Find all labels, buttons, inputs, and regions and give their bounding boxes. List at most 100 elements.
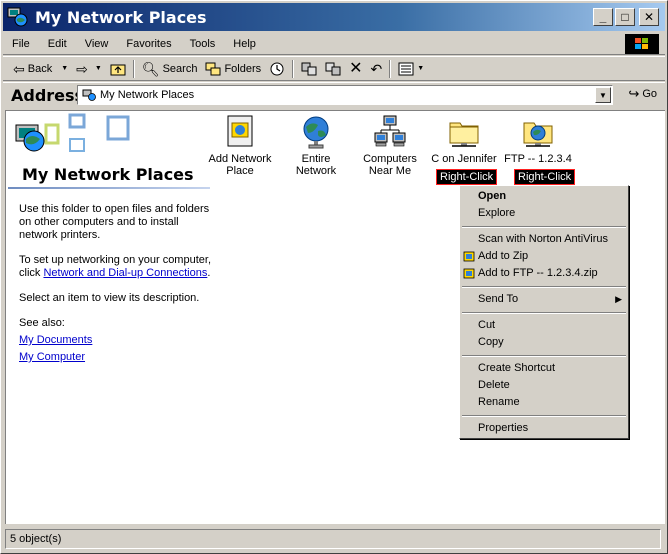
address-label: Address — [11, 86, 85, 105]
menu-send-to[interactable]: Send To ▶ — [460, 291, 628, 308]
back-button[interactable]: ⇦ Back ▼ — [9, 58, 72, 80]
window-title: My Network Places — [35, 7, 207, 27]
undo-icon: ↶ — [370, 60, 383, 77]
menu-rename[interactable]: Rename — [460, 394, 628, 411]
menu-bar: File Edit View Favorites Tools Help — [3, 34, 665, 55]
folders-icon — [205, 62, 221, 75]
menu-tools[interactable]: Tools — [181, 38, 225, 50]
search-button[interactable]: 🔍︎ Search — [138, 58, 202, 80]
windows-logo-icon — [625, 34, 659, 54]
forward-dropdown-icon[interactable]: ▼ — [95, 65, 102, 72]
views-icon — [398, 62, 414, 75]
network-places-icon — [7, 6, 29, 28]
go-button[interactable]: ↪ Go — [628, 86, 657, 102]
item-ftp[interactable]: FTP -- 1.2.3.4 — [502, 115, 574, 165]
maximize-icon: □ — [621, 10, 629, 24]
network-places-small-icon — [82, 89, 96, 101]
menu-copy[interactable]: Copy — [460, 334, 628, 351]
menu-open[interactable]: Open — [460, 188, 628, 205]
my-computer-link[interactable]: My Computer — [19, 351, 85, 363]
item-computers-near-me[interactable]: Computers Near Me — [354, 115, 426, 177]
item-add-network-place[interactable]: Add Network Place — [204, 115, 276, 177]
search-icon: 🔍︎ — [141, 60, 160, 77]
forward-arrow-icon: ⇨ — [76, 60, 88, 77]
item-entire-network[interactable]: Entire Network — [280, 115, 352, 177]
menu-explore[interactable]: Explore — [460, 205, 628, 222]
item-label: C on Jennifer — [431, 153, 497, 165]
close-button[interactable]: ✕ — [639, 8, 659, 26]
menu-file[interactable]: File — [3, 38, 39, 50]
submenu-arrow-icon: ▶ — [615, 294, 622, 304]
menu-add-to-zip[interactable]: Add to Zip — [460, 248, 628, 265]
menu-edit[interactable]: Edit — [39, 38, 76, 50]
menu-separator — [460, 411, 628, 420]
delete-button[interactable]: ✕ — [345, 58, 366, 80]
status-bar: 5 object(s) — [3, 527, 665, 551]
menu-create-shortcut[interactable]: Create Shortcut — [460, 360, 628, 377]
globe-icon — [300, 115, 332, 149]
menu-add-to-ftp-zip[interactable]: Add to FTP -- 1.2.3.4.zip — [460, 265, 628, 282]
menu-separator — [460, 282, 628, 291]
back-dropdown-icon[interactable]: ▼ — [61, 65, 68, 72]
menu-add-to-zip-label: Add to Zip — [478, 250, 529, 262]
folders-label: Folders — [224, 62, 262, 75]
undo-button[interactable]: ↶ — [367, 58, 387, 80]
address-value: My Network Places — [100, 89, 195, 101]
folder-banner: My Network Places — [8, 113, 210, 189]
move-to-icon — [301, 62, 317, 75]
minimize-button[interactable]: _ — [593, 8, 613, 26]
menu-favorites[interactable]: Favorites — [117, 38, 180, 50]
back-arrow-icon: ⇦ — [13, 60, 25, 77]
setup-suffix: . — [207, 267, 211, 279]
menu-help[interactable]: Help — [224, 38, 265, 50]
copy-to-icon — [325, 62, 341, 75]
my-documents-link[interactable]: My Documents — [19, 334, 92, 346]
context-menu: Open Explore Scan with Norton AntiVirus … — [459, 185, 629, 439]
views-dropdown-icon: ▼ — [417, 65, 425, 72]
ftp-folder-icon — [522, 115, 554, 149]
menu-send-to-label: Send To — [478, 293, 519, 305]
winzip-icon — [463, 268, 475, 279]
computers-icon — [374, 115, 406, 149]
up-folder-icon — [110, 64, 126, 75]
menu-separator — [460, 308, 628, 317]
menu-separator — [460, 222, 628, 231]
history-button[interactable] — [265, 58, 289, 80]
search-label: Search — [162, 62, 198, 75]
item-label: Entire Network — [295, 153, 337, 177]
see-also-heading: See also: — [19, 317, 65, 329]
network-connections-link[interactable]: Network and Dial-up Connections — [43, 267, 207, 279]
copy-to-button[interactable] — [321, 58, 345, 80]
menu-properties[interactable]: Properties — [460, 420, 628, 437]
menu-view[interactable]: View — [76, 38, 118, 50]
menu-delete[interactable]: Delete — [460, 377, 628, 394]
views-button[interactable]: ▼ — [394, 58, 428, 80]
item-c-on-jennifer[interactable]: C on Jennifer — [428, 115, 500, 165]
item-label: FTP -- 1.2.3.4 — [504, 153, 572, 165]
back-label: Back — [27, 62, 53, 75]
delete-x-icon: ✕ — [349, 59, 363, 77]
go-label: Go — [642, 88, 657, 100]
menu-add-to-ftp-zip-label: Add to FTP -- 1.2.3.4.zip — [478, 267, 598, 279]
go-arrow-icon: ↪ — [628, 86, 640, 101]
address-dropdown-icon[interactable]: ▼ — [595, 87, 611, 103]
title-bar[interactable]: My Network Places _ □ ✕ — [3, 3, 665, 31]
menu-cut[interactable]: Cut — [460, 317, 628, 334]
forward-button[interactable]: ⇨ ▼ — [72, 58, 106, 80]
minimize-icon: _ — [599, 10, 607, 24]
up-folder-button[interactable] — [106, 58, 130, 80]
move-to-button[interactable] — [297, 58, 321, 80]
right-click-annotation: Right-Click — [514, 169, 576, 185]
history-icon — [270, 62, 284, 75]
address-input[interactable]: My Network Places ▼ — [77, 85, 613, 105]
item-label: Add Network Place — [208, 153, 272, 177]
banner-divider — [8, 187, 210, 189]
select-hint: Select an item to view its description. — [19, 292, 200, 304]
standard-toolbar: ⇦ Back ▼ ⇨ ▼ 🔍︎ Search Folders ✕ ↶ ▼ — [3, 56, 665, 81]
folders-button[interactable]: Folders — [201, 58, 265, 80]
toolbar-separator — [389, 59, 392, 78]
menu-scan-norton[interactable]: Scan with Norton AntiVirus — [460, 231, 628, 248]
info-pane: Use this folder to open files and folder… — [19, 203, 211, 376]
banner-title: My Network Places — [22, 165, 194, 184]
maximize-button[interactable]: □ — [615, 8, 635, 26]
